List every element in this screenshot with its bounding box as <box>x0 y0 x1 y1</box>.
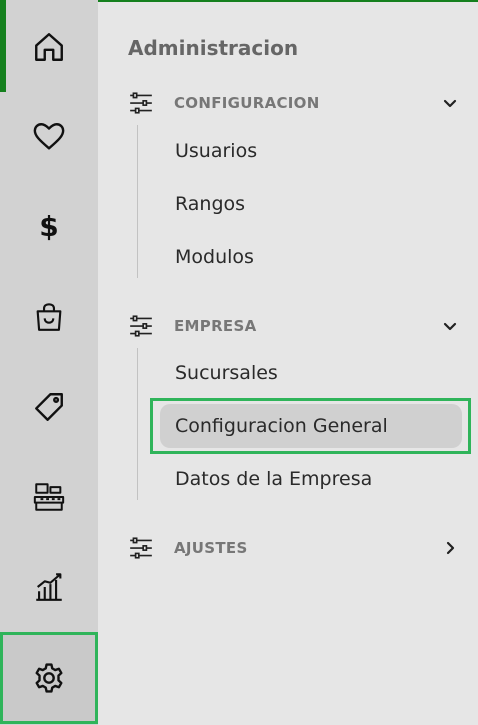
cash-register-icon <box>33 483 65 511</box>
rail-item-sales[interactable] <box>0 452 98 542</box>
section-label-configuracion: CONFIGURACION <box>174 94 320 112</box>
menu-item-datos-empresa[interactable]: Datos de la Empresa <box>160 457 462 501</box>
menu-item-usuarios[interactable]: Usuarios <box>160 129 462 173</box>
rail-item-reports[interactable] <box>0 542 98 632</box>
panel-title: Administracion <box>128 36 299 60</box>
rail-item-home[interactable] <box>0 2 98 92</box>
section-label-empresa: EMPRESA <box>174 317 257 335</box>
menu-item-sucursales[interactable]: Sucursales <box>160 351 462 395</box>
menu-item-rangos[interactable]: Rangos <box>160 182 462 226</box>
sliders-icon <box>130 315 152 337</box>
gear-icon <box>35 663 63 693</box>
section-configuracion[interactable]: CONFIGURACION <box>128 88 458 118</box>
section-label-ajustes: AJUSTES <box>174 539 248 557</box>
panel-top-border <box>98 0 478 2</box>
section-ajustes[interactable]: AJUSTES <box>128 533 458 563</box>
bar-chart-icon <box>36 573 62 601</box>
menu-item-modulos[interactable]: Modulos <box>160 235 462 279</box>
chevron-down-icon <box>443 322 457 331</box>
tree-line-configuracion <box>137 125 138 278</box>
section-empresa[interactable]: EMPRESA <box>128 311 458 341</box>
shopping-bag-icon <box>36 303 62 331</box>
rail-item-tags[interactable] <box>0 362 98 452</box>
sliders-icon <box>130 92 152 114</box>
selection-highlight <box>150 398 471 454</box>
heart-icon <box>33 123 65 150</box>
rail-item-settings[interactable] <box>0 632 98 724</box>
chevron-right-icon <box>446 541 455 555</box>
sliders-icon <box>130 537 152 559</box>
rail-item-favorites[interactable] <box>0 92 98 182</box>
icon-rail: $ <box>0 0 98 725</box>
dollar-icon: $ <box>39 210 59 243</box>
tag-icon <box>35 393 63 421</box>
rail-item-finance[interactable]: $ <box>0 182 98 272</box>
home-icon <box>35 33 63 61</box>
tree-line-empresa <box>137 348 138 500</box>
chevron-down-icon <box>443 99 457 108</box>
rail-item-purchases[interactable] <box>0 272 98 362</box>
